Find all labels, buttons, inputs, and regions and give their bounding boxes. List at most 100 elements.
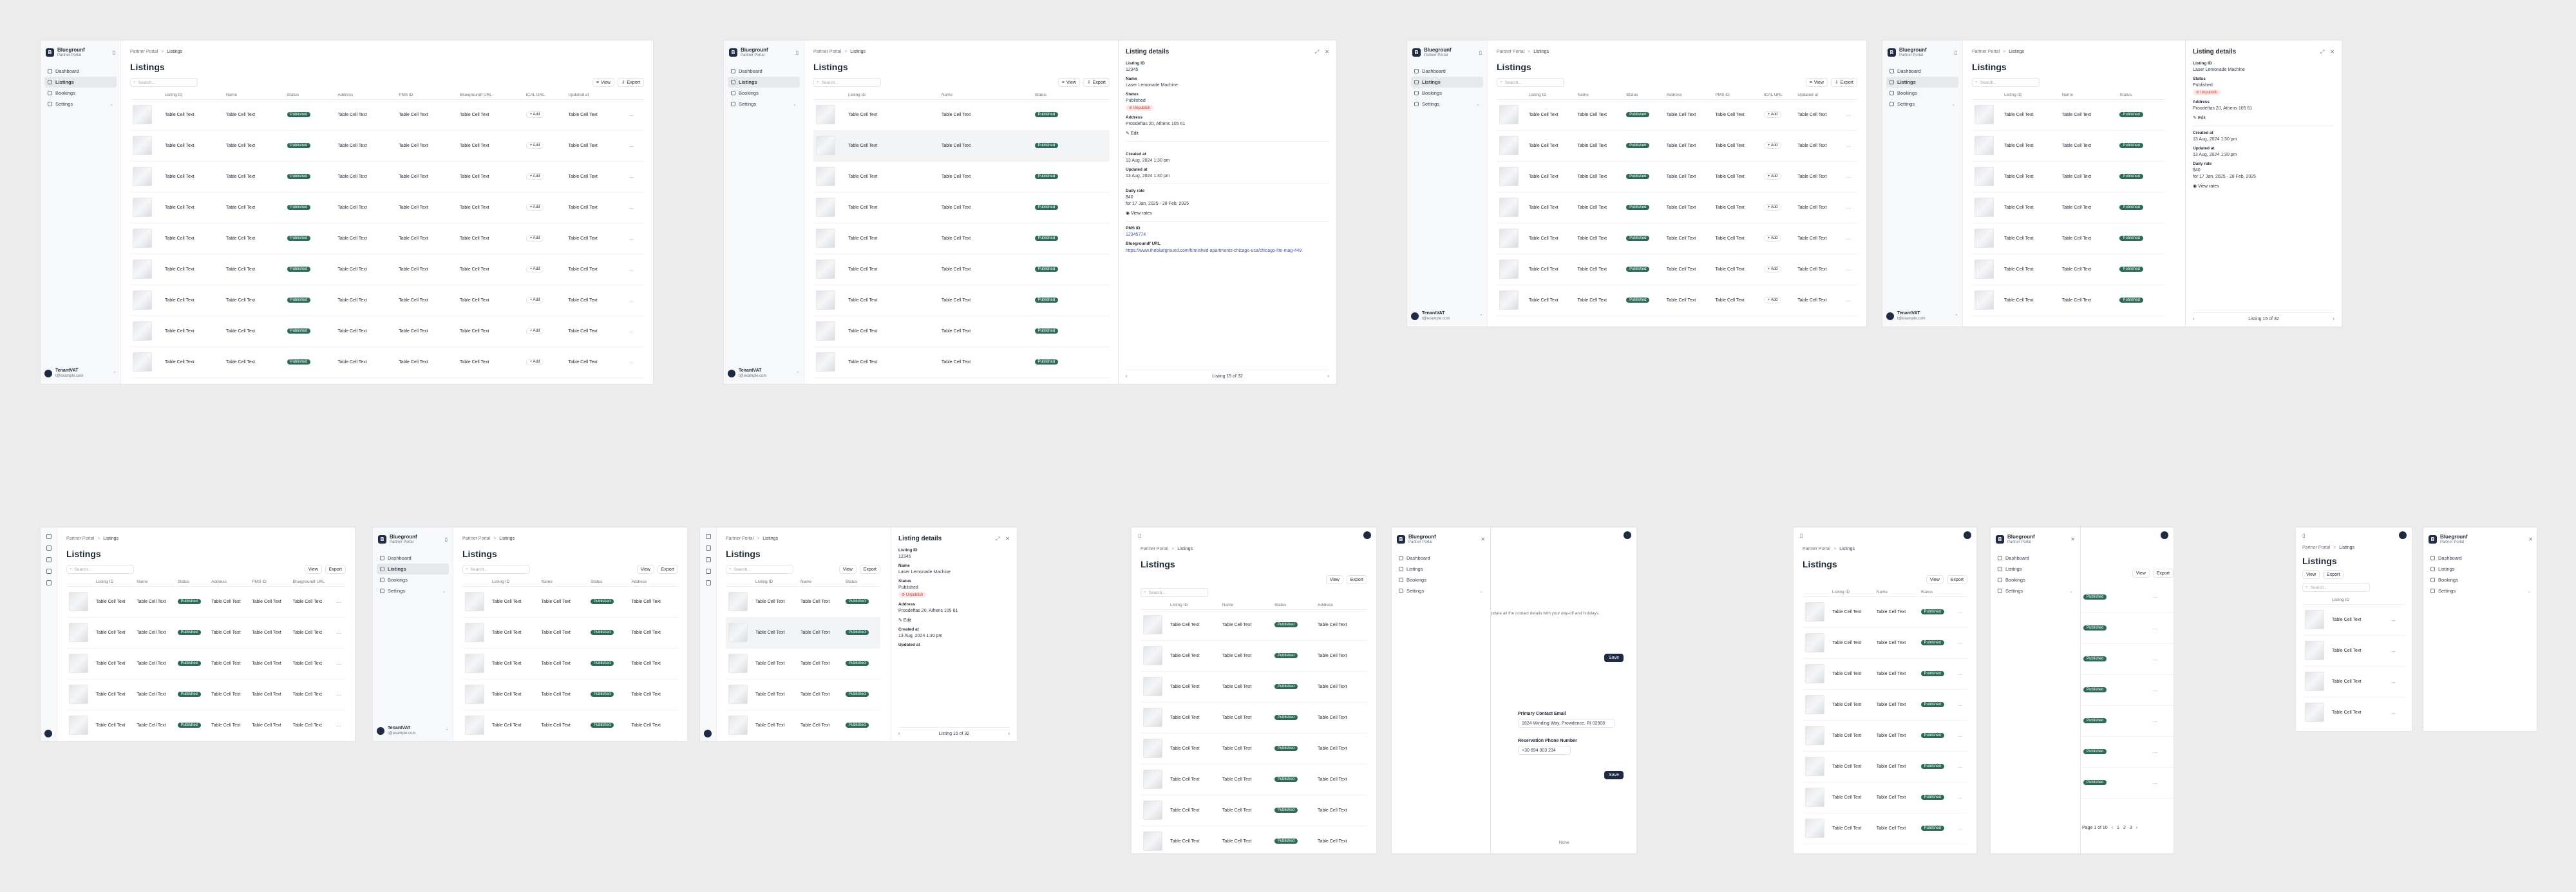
table-row[interactable]: Published… bbox=[2081, 767, 2174, 799]
table-row[interactable]: Table Cell Text Table Cell Text Published T… bbox=[130, 254, 644, 285]
listing-thumbnail[interactable] bbox=[1975, 260, 1994, 279]
more-actions-icon[interactable]: … bbox=[1958, 734, 1962, 738]
save-button[interactable]: Save bbox=[1604, 771, 1624, 779]
search-input[interactable]: ⌕ Search... bbox=[66, 565, 134, 574]
table-row[interactable]: Table Cell Text Table Cell Text Published bbox=[813, 161, 1110, 193]
sidebar-item-dashboard[interactable]: Dashboard bbox=[2427, 553, 2534, 564]
add-ical-button[interactable]: + Add bbox=[526, 359, 544, 365]
sidebar-item-bookings[interactable]: Bookings bbox=[1994, 574, 2076, 585]
col-ical-url[interactable]: ICAL URL bbox=[1761, 91, 1795, 100]
listing-thumbnail[interactable] bbox=[2305, 703, 2324, 722]
export-button[interactable]: Export bbox=[1346, 575, 1367, 584]
table-row[interactable]: Published… bbox=[2081, 612, 2174, 644]
sidebar-item-settings[interactable]: Settings ⌄ bbox=[44, 99, 117, 109]
close-icon[interactable]: ✕ bbox=[2528, 536, 2533, 542]
export-button[interactable]: Export bbox=[2152, 569, 2174, 578]
table-row[interactable]: Table Cell Text Table Cell Text Published… bbox=[1803, 751, 1967, 783]
sidebar-item-bookings[interactable]: Bookings bbox=[728, 88, 800, 99]
col-address[interactable]: Address bbox=[335, 91, 397, 100]
sidebar-toggle-icon[interactable]: ▯ bbox=[796, 50, 799, 55]
table-row[interactable]: Table Cell Text Table Cell Text Published bbox=[1972, 223, 2165, 254]
user-menu[interactable]: TenantVAT t@example.com ⌃ bbox=[1411, 311, 1483, 321]
add-ical-button[interactable]: + Add bbox=[1763, 297, 1782, 303]
expand-icon[interactable]: ⤢ bbox=[1315, 49, 1319, 55]
col-pms-id[interactable]: PMS ID bbox=[249, 578, 290, 587]
listing-thumbnail[interactable] bbox=[816, 290, 835, 310]
table-row[interactable]: Table Cell Text Table Cell Text Published T… bbox=[130, 130, 644, 162]
listing-thumbnail[interactable] bbox=[816, 105, 835, 124]
more-actions-icon[interactable]: … bbox=[1958, 641, 1962, 645]
search-input[interactable]: ⌕ Search... bbox=[1497, 78, 1564, 87]
table-row[interactable]: Table Cell Text Table Cell Text Published T… bbox=[130, 285, 644, 316]
listing-thumbnail[interactable] bbox=[133, 167, 152, 186]
more-actions-icon[interactable]: … bbox=[1846, 205, 1851, 210]
table-row[interactable]: Table Cell Text Table Cell Text Published T… bbox=[66, 648, 346, 679]
table-row[interactable]: Table Cell Text… bbox=[2302, 635, 2405, 667]
search-input[interactable]: ⌕ Search... bbox=[1141, 588, 1208, 597]
table-row[interactable]: Table Cell Text… bbox=[2302, 666, 2405, 697]
table-row[interactable]: Table Cell Text Table Cell Text Published bbox=[726, 679, 880, 710]
search-input[interactable]: ⌕ Search... bbox=[130, 78, 198, 87]
listing-thumbnail[interactable] bbox=[1143, 677, 1162, 696]
more-actions-icon[interactable]: … bbox=[1846, 236, 1851, 241]
table-row[interactable]: Table Cell Text Table Cell Text Published… bbox=[1803, 782, 1967, 813]
listing-thumbnail[interactable] bbox=[1143, 708, 1162, 727]
url-value[interactable]: https://www.theblueground.com/furnished-… bbox=[1126, 248, 1329, 254]
more-actions-icon[interactable]: … bbox=[2153, 688, 2157, 692]
listing-thumbnail[interactable] bbox=[465, 654, 484, 673]
avatar[interactable] bbox=[2161, 531, 2168, 539]
table-row[interactable]: Table Cell Text… bbox=[2302, 604, 2405, 636]
table-row[interactable]: Table Cell Text Table Cell Text Published T… bbox=[1497, 223, 1857, 254]
more-actions-icon[interactable]: … bbox=[1846, 298, 1851, 303]
avatar[interactable] bbox=[704, 730, 712, 737]
listing-thumbnail[interactable] bbox=[816, 229, 835, 248]
more-actions-icon[interactable]: … bbox=[1958, 795, 1962, 800]
more-actions-icon[interactable]: … bbox=[629, 175, 634, 179]
listing-thumbnail[interactable] bbox=[1143, 646, 1162, 665]
table-row[interactable]: Table Cell Text Table Cell Text Published T… bbox=[1497, 192, 1857, 223]
col-name[interactable]: Name bbox=[1873, 588, 1918, 597]
listing-thumbnail[interactable] bbox=[728, 716, 748, 735]
sidebar-item-dashboard[interactable]: Dashboard bbox=[1994, 553, 2076, 564]
listing-thumbnail[interactable] bbox=[69, 654, 88, 673]
col-status[interactable]: Status bbox=[842, 578, 880, 587]
sidebar-toggle-icon[interactable]: ▯ bbox=[1479, 50, 1482, 55]
sidebar-item-dashboard[interactable]: Dashboard bbox=[728, 66, 800, 77]
col-name[interactable]: Name bbox=[134, 578, 175, 587]
sidebar-item-listings[interactable]: Listings bbox=[1994, 564, 2076, 574]
next-button[interactable]: › bbox=[1009, 732, 1010, 736]
edit-button[interactable]: ✎ Edit bbox=[2193, 115, 2334, 120]
listing-thumbnail[interactable] bbox=[816, 136, 835, 155]
listing-thumbnail[interactable] bbox=[1805, 757, 1824, 776]
listing-thumbnail[interactable] bbox=[69, 716, 88, 735]
view-rates-button[interactable]: ◉ View rates bbox=[1126, 211, 1329, 216]
sidebar-item-listings[interactable]: Listings bbox=[1886, 77, 1958, 88]
more-actions-icon[interactable]: … bbox=[629, 205, 634, 210]
sidebar-item-settings[interactable]: Settings ⌄ bbox=[1411, 99, 1483, 109]
table-row[interactable]: Table Cell Text Table Cell Text Published T… bbox=[1141, 609, 1367, 641]
unpublish-button[interactable]: ⊘ Unpublish bbox=[898, 592, 927, 598]
listing-thumbnail[interactable] bbox=[69, 623, 88, 642]
table-row[interactable]: Table Cell Text Table Cell Text Published bbox=[813, 130, 1110, 162]
table-row[interactable]: Table Cell Text Table Cell Text Published T… bbox=[462, 648, 678, 679]
listing-thumbnail[interactable] bbox=[728, 592, 748, 611]
listing-thumbnail[interactable] bbox=[728, 623, 748, 642]
more-actions-icon[interactable]: … bbox=[629, 298, 634, 303]
listing-thumbnail[interactable] bbox=[1975, 290, 1994, 310]
sidebar-toggle-icon[interactable]: ▯ bbox=[1955, 50, 1957, 55]
col-listing-id[interactable]: Listing ID bbox=[93, 578, 135, 587]
more-actions-icon[interactable]: … bbox=[1958, 703, 1962, 707]
col-updated-at[interactable]: Updated at bbox=[1795, 91, 1844, 100]
table-row[interactable]: Table Cell Text Table Cell Text Published bbox=[813, 346, 1110, 378]
col-name[interactable]: Name bbox=[797, 578, 843, 587]
expand-icon[interactable]: ⤢ bbox=[996, 536, 999, 542]
listing-thumbnail[interactable] bbox=[465, 592, 484, 611]
col-address[interactable]: Address bbox=[1315, 601, 1367, 610]
sidebar-item-listings[interactable]: Listings bbox=[377, 564, 449, 574]
col-name[interactable]: Name bbox=[2059, 91, 2117, 100]
avatar[interactable] bbox=[1624, 531, 1631, 539]
save-button[interactable]: Save bbox=[1604, 654, 1624, 662]
listing-thumbnail[interactable] bbox=[816, 352, 835, 372]
more-actions-icon[interactable]: … bbox=[2153, 626, 2157, 631]
listing-thumbnail[interactable] bbox=[69, 685, 88, 704]
